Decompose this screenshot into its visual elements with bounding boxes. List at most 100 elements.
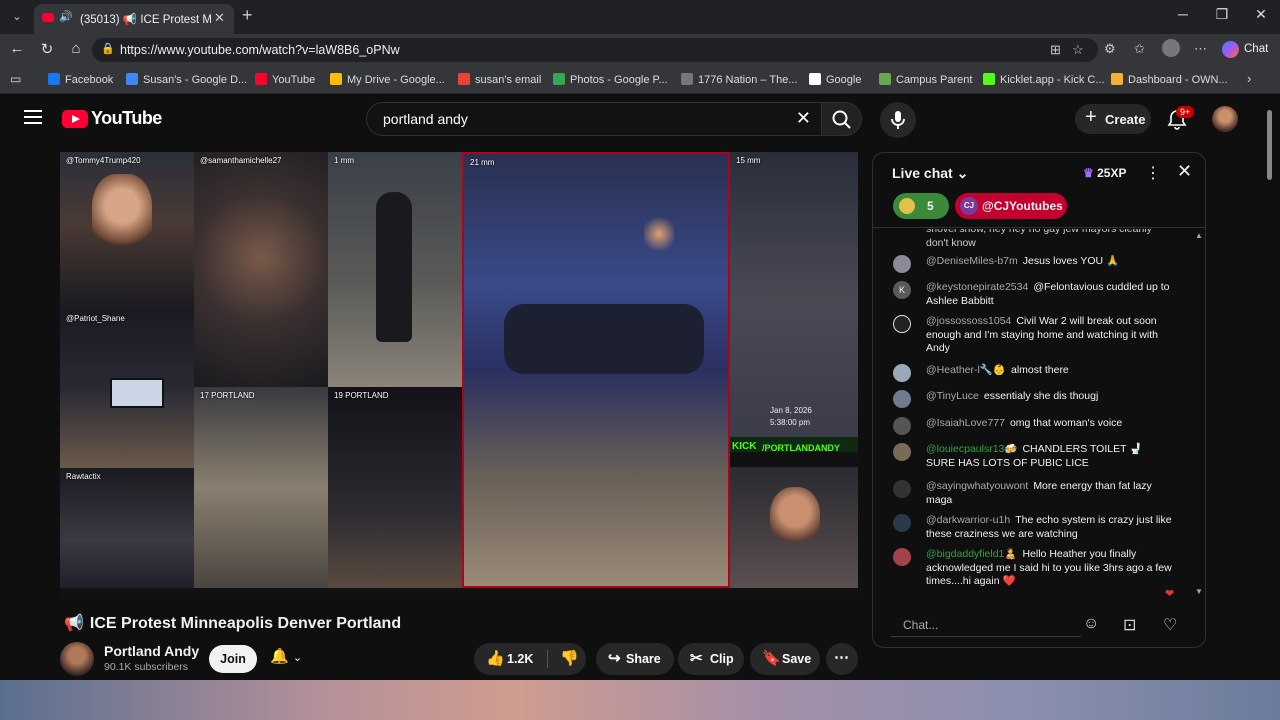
menu-icon[interactable] [24, 110, 42, 124]
super-chat-icon[interactable]: ⊡ [1123, 615, 1136, 635]
clear-search-icon[interactable]: ✕ [796, 108, 811, 129]
page-scrollbar[interactable] [1266, 96, 1274, 676]
subscription-bell-button[interactable]: 🔔 ⌄ [270, 647, 302, 665]
create-button[interactable]: + Create [1075, 104, 1151, 134]
share-button[interactable]: ↪ Share [596, 643, 674, 675]
reload-icon[interactable]: ↻ [37, 40, 57, 58]
bookmark-kicklet[interactable]: Kicklet.app - Kick C... [983, 73, 1105, 86]
close-tab-icon[interactable]: ✕ [214, 10, 225, 26]
avatar[interactable] [893, 548, 911, 566]
avatar[interactable] [893, 390, 911, 408]
chat-message-list[interactable]: shovel show, hey hey no gay jew mayors c… [873, 229, 1205, 597]
maximize-icon[interactable]: ❐ [1207, 6, 1237, 23]
copilot-chat-button[interactable]: Chat [1218, 39, 1274, 61]
chat-message: @jossossoss1054 Civil War 2 will break ou… [893, 315, 1173, 356]
ticker-avatar: CJ [960, 197, 978, 215]
speaker-icon[interactable]: 🔊 [59, 10, 73, 23]
avatar[interactable] [893, 315, 911, 333]
bookmark-susans-email[interactable]: susan's email [458, 73, 541, 86]
bookmark-campus-parent[interactable]: Campus Parent [879, 73, 972, 86]
apps-icon[interactable]: ⊞ [1050, 42, 1061, 58]
bookmark-google-photos[interactable]: Photos - Google P... [553, 73, 668, 86]
bookmarks-bar: ▭ Facebook Susan's - Google D... YouTube… [0, 66, 1280, 94]
tab-title: (35013) 📢 ICE Protest Minneap [80, 14, 212, 26]
bookmark-dashboard[interactable]: Dashboard - OWN... [1111, 73, 1228, 86]
browser-tab[interactable]: 🔊 (35013) 📢 ICE Protest Minneap ✕ [34, 4, 234, 34]
chat-message: @TinyLuce essentialy she dis thougj [893, 390, 1173, 408]
save-button[interactable]: 🔖 Save [750, 643, 820, 675]
like-heart-icon[interactable]: ♡ [1163, 615, 1177, 635]
kick-banner: KICK /PORTLANDANDY [730, 437, 858, 452]
new-tab-icon[interactable]: + [242, 5, 253, 26]
chat-message: @DeniseMiles-b7m Jesus loves YOU 🙏 [893, 255, 1173, 273]
subscriber-count: 90.1K subscribers [104, 661, 189, 673]
scroll-down-icon[interactable]: ▼ [1195, 587, 1203, 596]
video-tile-5: 15 mm Jan 8, 2026 5:38:00 pm KICK /PORTL… [730, 152, 858, 452]
video-title: 📢 ICE Protest Minneapolis Denver Portland [64, 615, 402, 632]
plus-icon: + [1085, 106, 1097, 128]
avatar[interactable] [893, 364, 911, 382]
chat-message: @sayingwhatyouwont More energy than fat l… [893, 480, 1173, 507]
channel-name[interactable]: Portland Andy [104, 643, 199, 659]
site-info-icon[interactable]: 🔒 [101, 42, 115, 55]
scrollbar-thumb[interactable] [1267, 110, 1272, 180]
tab-search-icon[interactable]: ⌄ [6, 7, 28, 27]
avatar[interactable] [893, 443, 911, 461]
emoji-icon[interactable]: ☺ [1083, 615, 1099, 633]
like-button[interactable]: 👍 1.2K [474, 643, 546, 675]
video-player[interactable]: @Tommy4Trump420 @samanthamichelle27 1 mm… [60, 152, 858, 598]
search-input[interactable]: portland andy ✕ [366, 102, 822, 136]
bookmark-youtube[interactable]: YouTube [255, 73, 315, 86]
scroll-up-icon[interactable]: ▲ [1195, 231, 1203, 240]
back-icon[interactable]: ← [7, 40, 27, 57]
favorite-star-icon[interactable]: ☆ [1072, 42, 1084, 58]
bell-icon: 🔔 [270, 648, 289, 665]
more-actions-button[interactable]: ⋯ [826, 643, 858, 675]
window-close-icon[interactable]: ✕ [1246, 6, 1276, 23]
chat-message: @Heather-l🔧👶 almost there [893, 364, 1173, 382]
avatar[interactable] [893, 255, 911, 273]
portland-andy-webcam [730, 467, 858, 588]
bookmark-my-drive[interactable]: My Drive - Google... [330, 73, 445, 86]
profile-avatar[interactable] [1162, 39, 1180, 57]
more-menu-icon[interactable]: ⋯ [1194, 41, 1207, 57]
xp-badge[interactable]: ♛ 25XP [1083, 166, 1126, 180]
avatar[interactable]: K [893, 281, 911, 299]
minimize-icon[interactable]: ─ [1168, 6, 1198, 22]
avatar[interactable] [893, 480, 911, 498]
voice-search-button[interactable] [880, 102, 916, 138]
gift-ticker[interactable]: 5 [893, 193, 949, 219]
favorites-icon[interactable]: ✩ [1134, 41, 1145, 57]
video-tile-2: @samanthamichelle27 [194, 152, 328, 387]
bookmarks-overflow-icon[interactable]: › [1247, 71, 1251, 86]
video-tile-6: @Patriot_Shane [60, 310, 194, 468]
bookmark-susans-google-docs[interactable]: Susan's - Google D... [126, 73, 247, 86]
divider [547, 650, 548, 668]
avatar[interactable] [893, 417, 911, 435]
account-avatar[interactable] [1212, 106, 1238, 132]
extensions-icon[interactable]: ⚙ [1104, 41, 1116, 57]
search-button[interactable] [822, 102, 862, 136]
bookmark-google[interactable]: Google [809, 73, 861, 86]
avatar[interactable] [893, 514, 911, 532]
clip-button[interactable]: ✂ Clip [678, 643, 744, 675]
bookmark-facebook[interactable]: Facebook [48, 73, 113, 86]
search-icon [832, 110, 851, 129]
join-button[interactable]: Join [209, 645, 257, 673]
live-chat-mode-dropdown[interactable]: Live chat ⌄ [892, 165, 968, 182]
date-stamp: Jan 8, 2026 [770, 406, 812, 415]
home-icon[interactable]: ⌂ [66, 40, 86, 57]
close-chat-icon[interactable]: ✕ [1177, 161, 1192, 182]
reading-list-icon[interactable]: ▭ [10, 72, 21, 86]
dislike-button[interactable]: 👎 [550, 643, 586, 675]
megaphone-icon: 📢 [64, 615, 84, 632]
url-field[interactable]: 🔒 https://www.youtube.com/watch?v=laW8B6… [92, 38, 1098, 62]
channel-avatar[interactable] [60, 642, 94, 676]
chat-more-icon[interactable]: ⋮ [1145, 163, 1161, 183]
youtube-header: YouTube portland andy ✕ + Create 9+ [0, 94, 1280, 144]
video-tile-9: Rawtactix [60, 468, 194, 588]
chat-input[interactable]: Chat... [891, 611, 1081, 637]
gift-icon [899, 198, 915, 214]
pinned-ticker[interactable]: CJ @CJYoutubes [955, 193, 1067, 219]
bookmark-1776-nation[interactable]: 1776 Nation – The... [681, 73, 797, 86]
